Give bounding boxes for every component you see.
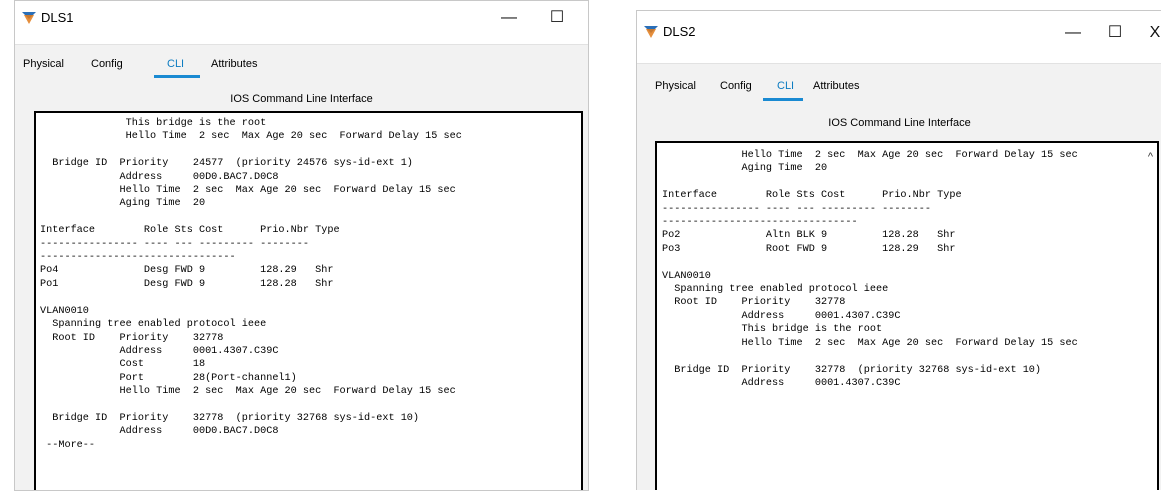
tab-bar: Physical Config CLI Attributes [637,63,1161,104]
titlebar: DLS2 — ☐ X [637,11,1161,51]
close-button[interactable]: X [1143,21,1161,45]
maximize-button[interactable]: ☐ [545,6,569,30]
tab-config[interactable]: Config [720,80,752,92]
active-tab-indicator [154,75,200,78]
tab-bar: Physical Config CLI Attributes [15,44,588,82]
tab-attributes[interactable]: Attributes [813,80,859,92]
cli-terminal[interactable]: Hello Time 2 sec Max Age 20 sec Forward … [655,141,1159,490]
tab-physical[interactable]: Physical [23,58,64,70]
cli-output: This bridge is the root Hello Time 2 sec… [40,118,462,451]
tab-cli[interactable]: CLI [777,80,794,92]
packet-tracer-device-icon [22,12,36,24]
maximize-button[interactable]: ☐ [1103,21,1127,45]
panel-title: IOS Command Line Interface [230,93,373,105]
cli-terminal[interactable]: This bridge is the root Hello Time 2 sec… [34,111,583,490]
packet-tracer-device-icon [644,26,658,38]
minimize-button[interactable]: — [1061,21,1085,45]
dls2-window: DLS2 — ☐ X Physical Config CLI Attribute… [636,10,1161,490]
minimize-button[interactable]: — [497,6,521,30]
active-tab-indicator [763,98,803,101]
panel-title: IOS Command Line Interface [828,117,971,129]
cli-output: Hello Time 2 sec Max Age 20 sec Forward … [662,150,1078,389]
tab-attributes[interactable]: Attributes [211,58,257,70]
tab-physical[interactable]: Physical [655,80,696,92]
window-title: DLS1 [41,10,74,25]
tab-config[interactable]: Config [91,58,123,70]
scroll-up-arrow-icon[interactable]: ^ [1148,151,1153,163]
dls1-window: DLS1 — ☐ Physical Config CLI Attributes … [14,0,589,491]
cli-panel: IOS Command Line Interface Hello Time 2 … [637,103,1161,490]
cli-panel: IOS Command Line Interface This bridge i… [15,81,588,490]
tab-cli[interactable]: CLI [167,58,184,70]
titlebar: DLS1 — ☐ [15,1,588,35]
window-title: DLS2 [663,24,696,39]
